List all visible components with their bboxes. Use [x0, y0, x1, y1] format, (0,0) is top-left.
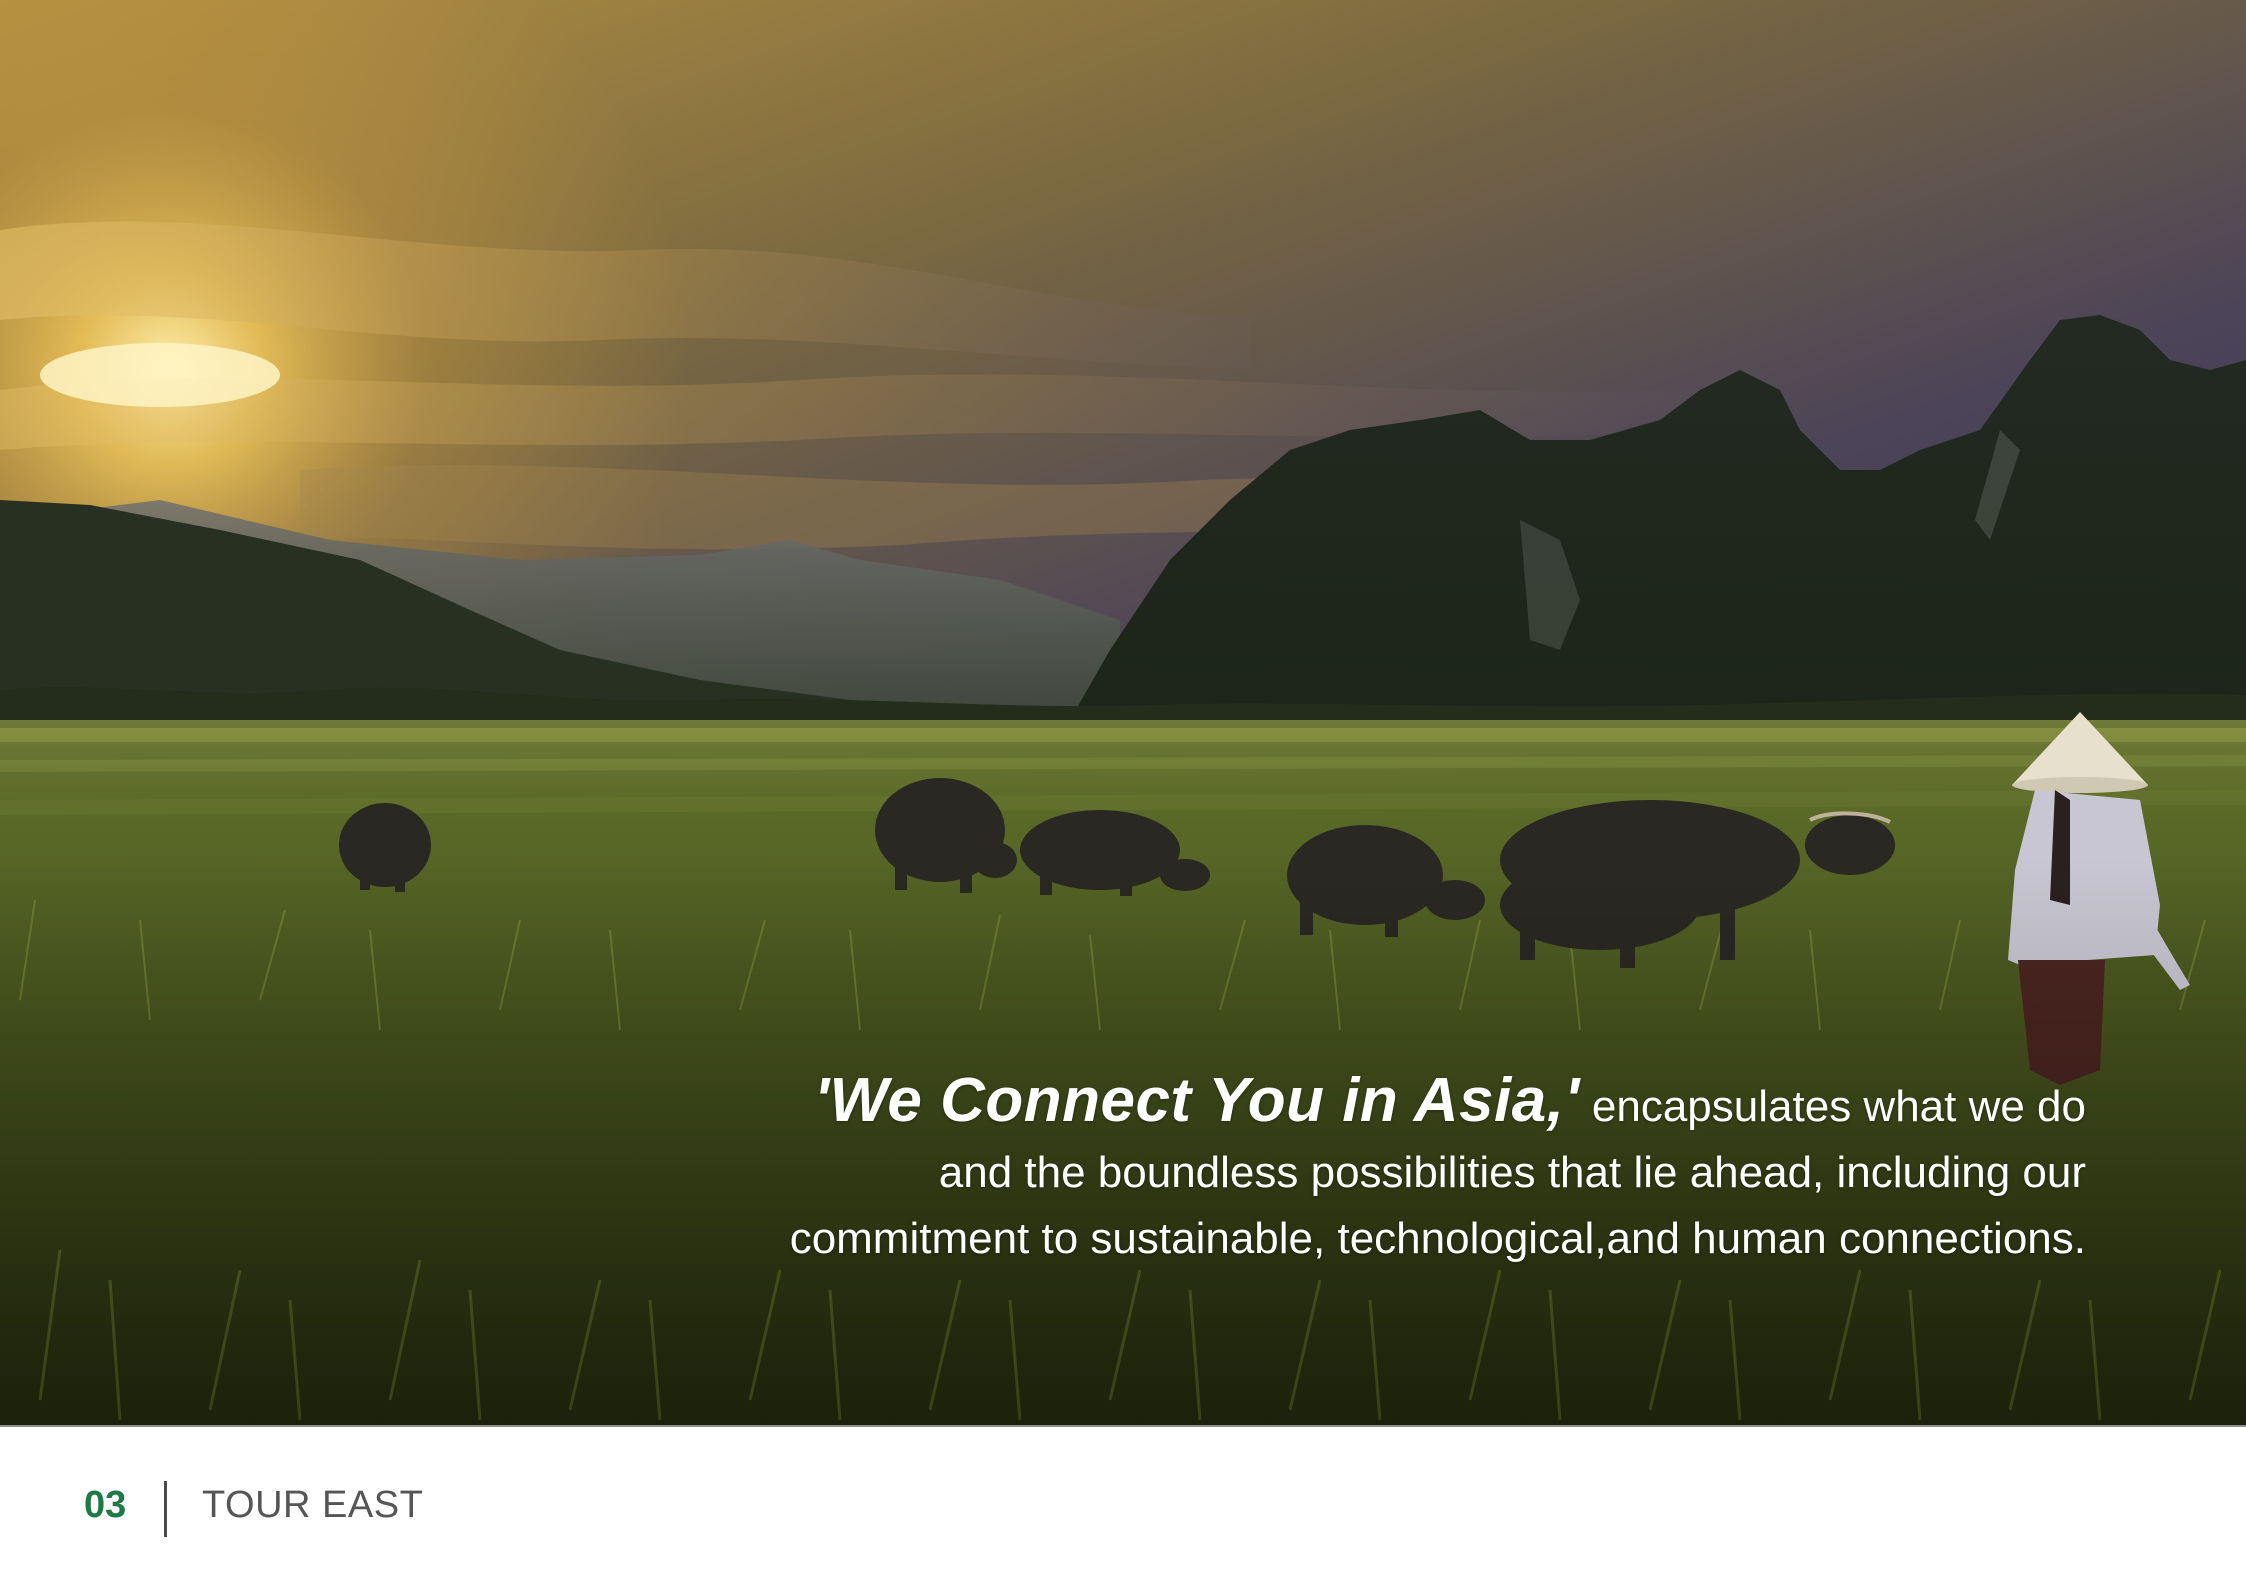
hero-photo: 'We Connect You in Asia,' encapsulates w… [0, 0, 2246, 1427]
tagline-quote: 'We Connect You in Asia,' encapsulates w… [466, 1068, 2086, 1272]
quote-lead: 'We Connect You in Asia,' [814, 1066, 1580, 1135]
footer-divider [164, 1481, 167, 1537]
footer-brand: TOUR EAST [202, 1484, 424, 1526]
page-footer: 03 TOUR EAST [0, 1428, 2246, 1588]
hero-bottom-rule [0, 1425, 2246, 1427]
quote-line-3: commitment to sustainable, technological… [789, 1214, 2086, 1263]
quote-line-1: encapsulates what we do [1579, 1082, 2086, 1131]
quote-line-2: and the boundless possibilities that lie… [938, 1148, 2086, 1197]
page-number: 03 [84, 1484, 127, 1526]
brochure-page: 'We Connect You in Asia,' encapsulates w… [0, 0, 2246, 1588]
